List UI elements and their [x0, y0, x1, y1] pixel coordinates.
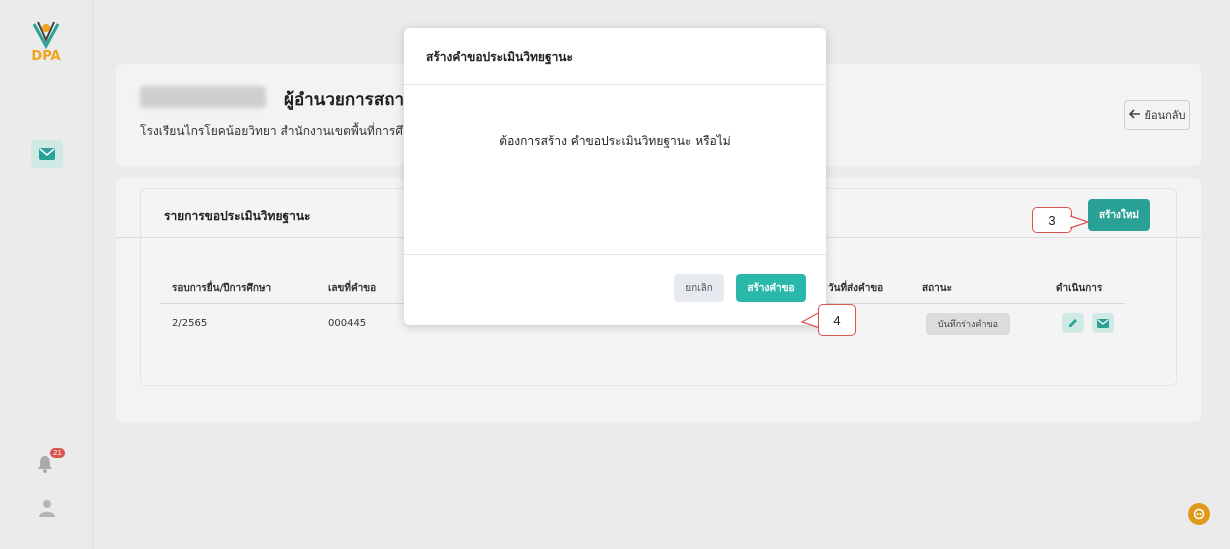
edit-icon[interactable]	[1062, 313, 1084, 333]
column-header-round: รอบการยื่น/ปีการศึกษา	[172, 283, 272, 294]
redacted-name	[140, 86, 266, 108]
callout-3-pointer	[1069, 215, 1090, 229]
svg-text:DPA: DPA	[31, 49, 60, 64]
list-title: รายการขอประเมินวิทยฐานะ	[164, 209, 311, 223]
cell-request-no: 000445	[328, 318, 367, 329]
dpa-logo[interactable]: DPA	[24, 20, 68, 72]
create-request-button[interactable]: สร้างคำขอ	[736, 274, 806, 302]
page-title: ผู้อำนวยการสถา	[284, 90, 405, 110]
bell-icon[interactable]: 21	[36, 448, 65, 478]
notification-badge: 21	[50, 448, 65, 458]
column-header-submit-date: วันที่ส่งคำขอ	[828, 283, 884, 294]
dialog-footer-divider	[404, 254, 826, 255]
back-button[interactable]: ย้อนกลับ	[1124, 100, 1190, 130]
column-header-actions: ดำเนินการ	[1056, 283, 1103, 294]
back-label: ย้อนกลับ	[1144, 109, 1186, 122]
dialog-message: ต้องการสร้าง คำขอประเมินวิทยฐานะ หรือไม่	[499, 134, 731, 148]
arrow-left-icon	[1128, 108, 1141, 122]
help-chat-button[interactable]	[1188, 503, 1210, 525]
user-icon[interactable]	[38, 498, 56, 518]
cell-round: 2/2565	[172, 318, 208, 329]
create-request-dialog: สร้างคำขอประเมินวิทยฐานะ ต้องการสร้าง คำ…	[404, 28, 826, 325]
cancel-button[interactable]: ยกเลิก	[674, 274, 724, 302]
column-header-status: สถานะ	[922, 283, 952, 294]
status-badge: บันทึกร่างคำขอ	[926, 313, 1010, 335]
step-callout-4: 4	[818, 304, 856, 336]
school-subtitle: โรงเรียนไกรโยคน้อยวิทยา สำนักงานเขตพื้นท…	[140, 124, 403, 138]
send-mail-icon[interactable]	[1092, 313, 1114, 333]
dialog-title: สร้างคำขอประเมินวิทยฐานะ	[426, 50, 573, 64]
sidebar: DPA 21	[0, 0, 93, 549]
dialog-header-divider	[404, 84, 826, 85]
create-new-button[interactable]: สร้างใหม่	[1088, 199, 1150, 231]
mail-icon[interactable]	[31, 140, 63, 168]
step-callout-3: 3	[1032, 207, 1072, 233]
column-header-request-no: เลขที่คำขอ	[328, 283, 377, 294]
headset-icon	[1193, 508, 1205, 520]
